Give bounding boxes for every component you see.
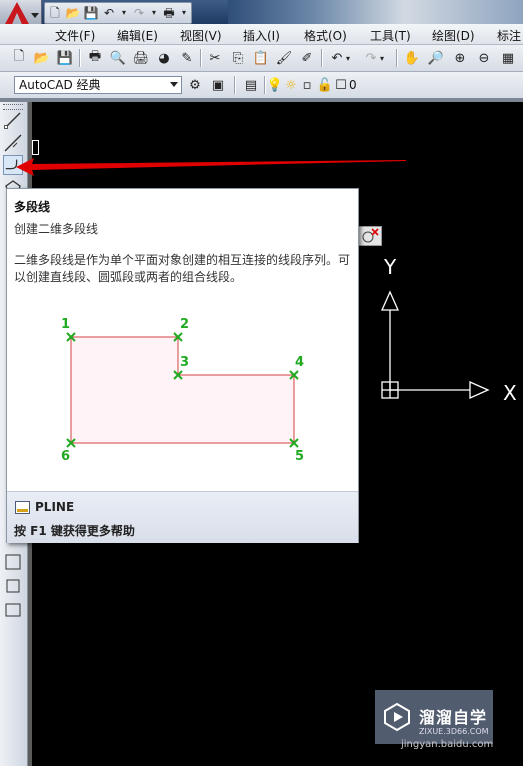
open-folder-icon[interactable]: 📂 [66,6,81,20]
redo-dropdown-icon[interactable]: ▾ [378,49,386,67]
redo-icon[interactable]: ↷ [132,6,146,20]
redo-dropdown-icon[interactable]: ▾ [150,6,158,20]
red-pointer-arrow-icon [16,158,406,176]
properties-icon[interactable]: ▦ [499,49,517,67]
close-icon[interactable] [359,227,381,245]
ucs-x-label: X [503,381,517,405]
undo-icon[interactable]: ↶ [102,6,116,20]
line-icon[interactable] [3,110,23,130]
watermark-title: 溜溜自学 [419,708,488,727]
workspace-select-value: AutoCAD 经典 [19,78,101,92]
autocad-logo-icon [4,2,30,26]
construction-line-icon[interactable] [3,133,23,153]
open-icon[interactable]: 📂 [33,49,51,67]
command-window-icon [15,501,30,514]
standard-toolbar: 🗋 📂 💾 🖶 🔍 🖨 ◕ ✎ ✂ ⎘ 📋 🖌 ✐ ↶ ▾ ↷ ▾ ✋ 🔎 ⊕ … [0,45,523,72]
customize-dropdown-icon[interactable]: ▾ [180,6,188,20]
toolbar-divider [0,98,523,102]
quick-access-toolbar: 🗋 📂 💾 ↶ ▾ ↷ ▾ 🖶 ▾ [44,2,192,24]
zoom-realtime-icon[interactable]: 🔎 [427,49,445,67]
cut-icon[interactable]: ✂ [206,49,224,67]
layer-color-icon[interactable]: ☐ [332,76,350,94]
layer-properties-icon[interactable]: ▤ [242,76,260,94]
workspaces-toolbar: AutoCAD 经典 ⚙ ▣ ▤ 💡 ☼ ▫ 🔓 ☐ 0 [0,72,523,99]
workspace-settings-icon[interactable]: ⚙ [186,76,204,94]
ucs-icon: Y X [380,255,517,405]
menu-format[interactable]: 格式(O) [304,27,347,44]
my-workspace-icon[interactable]: ▣ [209,76,227,94]
pan-icon[interactable]: ✋ [403,49,421,67]
tooltip-subtitle: 创建二维多段线 [14,222,99,236]
chevron-down-icon [31,13,39,18]
menu-tools[interactable]: 工具(T) [370,27,411,44]
menu-edit[interactable]: 编辑(E) [117,27,158,44]
watermark-badge: 溜溜自学 ZIXUE.3D66.COM [375,690,493,744]
tooltip-footer: PLINE 按 F1 键获得更多帮助 [7,491,358,543]
watermark-footer: jingyan.baidu.com [401,739,494,750]
hatch-icon[interactable] [3,552,23,572]
current-layer-name[interactable]: 0 [349,78,357,92]
crosshair-cursor [32,140,39,155]
zoom-previous-icon[interactable]: ⊖ [475,49,493,67]
publish-icon[interactable]: 🖨 [132,49,150,67]
vertex-label: 5 [295,449,304,463]
save-icon[interactable]: 💾 [56,49,74,67]
plot-icon[interactable]: 🖶 [162,6,176,20]
vertex-label: 6 [61,449,70,463]
vertex-label: 3 [180,355,189,370]
3d-dwf-icon[interactable]: ◕ [155,49,173,67]
copy-icon[interactable]: ⎘ [229,49,247,67]
polyline-illustration: 1 2 3 4 5 6 [61,317,304,463]
ucs-y-label: Y [383,255,397,279]
match-properties-icon[interactable]: 🖌 [275,49,293,67]
block-editor-icon[interactable]: ✐ [298,49,316,67]
tooltip-description: 二维多段线是作为单个平面对象创建的相互连接的线段序列。可以创建直线段、圆弧段或两… [14,253,351,284]
vertex-label: 2 [180,317,189,332]
undo-dropdown-icon[interactable]: ▾ [344,49,352,67]
menu-bar: 文件(F) 编辑(E) 视图(V) 插入(I) 格式(O) 工具(T) 绘图(D… [0,24,523,45]
tooltip-title: 多段线 [14,200,51,214]
zoom-window-icon[interactable]: ⊕ [451,49,469,67]
command-tooltip: 多段线 创建二维多段线 二维多段线是作为单个平面对象创建的相互连接的线段序列。可… [6,188,359,543]
table-icon[interactable] [3,600,23,620]
etransmit-icon[interactable]: ✎ [178,49,196,67]
tooltip-command-name: PLINE [35,500,75,514]
undo-dropdown-icon[interactable]: ▾ [120,6,128,20]
chevron-down-icon [170,82,178,87]
watermark-logo-icon [384,702,410,732]
workspace-select[interactable]: AutoCAD 经典 [14,76,182,94]
floating-toolbar-widget[interactable] [358,226,382,246]
region-icon[interactable] [3,576,23,596]
menu-file[interactable]: 文件(F) [55,27,95,44]
menu-draw[interactable]: 绘图(D) [432,27,475,44]
menu-dimension[interactable]: 标注 [497,27,521,44]
title-bar-background [228,0,523,24]
plot-icon[interactable]: 🖶 [86,49,104,67]
vertex-label: 1 [61,317,70,332]
paste-icon[interactable]: 📋 [252,49,270,67]
vertex-label: 4 [295,355,304,370]
plot-preview-icon[interactable]: 🔍 [109,49,127,67]
tooltip-help-hint: 按 F1 键获得更多帮助 [14,524,135,538]
save-icon[interactable]: 💾 [84,6,99,20]
new-file-icon[interactable]: 🗋 [48,6,62,20]
menu-view[interactable]: 视图(V) [180,27,222,44]
menu-insert[interactable]: 插入(I) [243,27,280,44]
layer-viewport-icon[interactable]: ▫ [298,76,316,94]
watermark-subtitle: ZIXUE.3D66.COM [419,727,489,736]
new-icon[interactable]: 🗋 [10,49,28,67]
